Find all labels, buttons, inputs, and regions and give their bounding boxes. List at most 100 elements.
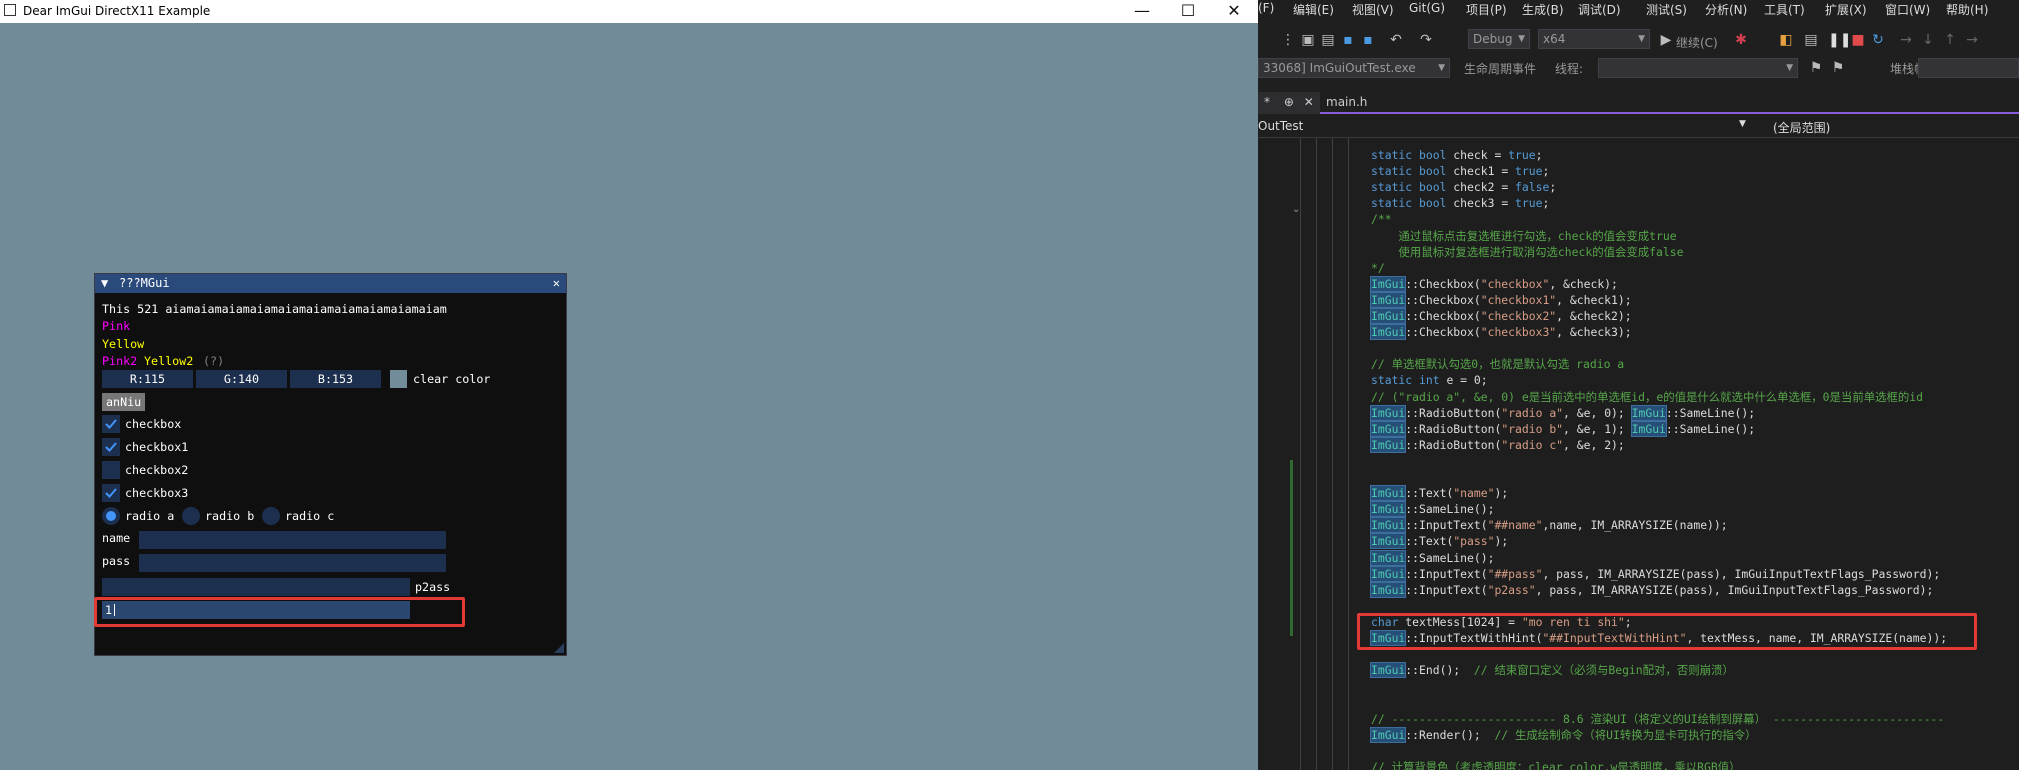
process-value: 33068] ImGuiOutTest.exe (1263, 61, 1416, 75)
code-line: ImGui::InputText("p2ass", pass, IM_ARRAY… (1369, 581, 1934, 598)
continue-icon[interactable]: ▶ (1658, 32, 1674, 48)
code-editor[interactable]: ⌄ static bool check = true; static bool c… (1258, 138, 2019, 770)
radio-a-button[interactable] (102, 507, 120, 525)
resize-grip[interactable] (554, 643, 564, 653)
layout-icon[interactable]: ▤ (1803, 32, 1819, 48)
menu-debug[interactable]: 调试(D) (1578, 1, 1621, 18)
menu-file[interactable]: (F) (1258, 1, 1274, 15)
color-g-field[interactable]: G:140 (196, 370, 287, 388)
menu-window[interactable]: 窗口(W) (1885, 1, 1930, 18)
menu-extensions[interactable]: 扩展(X) (1825, 1, 1867, 18)
open-file-icon[interactable]: ▤ (1320, 32, 1336, 48)
step-next-icon[interactable]: → (1898, 32, 1914, 48)
code-line: ImGui::Checkbox("checkbox2", &check2); (1369, 308, 1632, 324)
code-line: 使用鼠标对复选框进行取消勾选check的值会变成false (1371, 244, 1684, 259)
menu-build[interactable]: 生成(B) (1522, 1, 1564, 18)
code-line: static bool check2 = false; (1371, 180, 1557, 195)
menu-git[interactable]: Git(G) (1409, 1, 1445, 15)
undo-icon[interactable]: ↶ (1388, 32, 1404, 48)
code-line: ImGui::End(); // 结束窗口定义（必须与Begin配对，否则崩溃） (1369, 662, 1734, 679)
code-line: ImGui::RadioButton("radio b", &e, 1); Im… (1369, 420, 1756, 437)
checkbox2-box[interactable] (102, 461, 120, 479)
annu-button[interactable]: anNiu (102, 393, 146, 411)
radio-b-button[interactable] (182, 507, 200, 525)
new-project-icon[interactable]: ▣ (1300, 32, 1316, 48)
checkbox1-label[interactable]: checkbox1 (125, 439, 188, 455)
radio-b-label[interactable]: radio b (205, 508, 254, 524)
thread-dropdown[interactable]: ▼ (1598, 58, 1798, 78)
editor-tabs: * ⊕ ✕ main.h (1258, 92, 2019, 114)
chevron-down-icon: ▼ (1638, 34, 1645, 44)
pin-icon[interactable]: ⊕ (1284, 95, 1294, 109)
help-marker[interactable]: (?) (203, 353, 224, 369)
debug-target-icon[interactable]: ✱ (1733, 32, 1749, 48)
radio-c-label[interactable]: radio c (285, 508, 334, 524)
flag-icon[interactable]: ⚑ (1808, 60, 1824, 76)
change-marker (1290, 460, 1293, 636)
color-b-field[interactable]: B:153 (290, 370, 381, 388)
imgui-titlebar[interactable]: ▼ ???MGui ✕ (95, 274, 566, 293)
menu-edit[interactable]: 编辑(E) (1293, 1, 1334, 18)
nav-project[interactable]: OutTest (1258, 119, 1303, 133)
indent-guide (1300, 138, 1301, 770)
clear-color-label: clear color (413, 372, 491, 386)
platform-dropdown[interactable]: x64 ▼ (1538, 29, 1650, 49)
code-line: ImGui::Render(); // 生成绘制命令（将UI转换为显卡可执行的指… (1369, 726, 1757, 743)
maximize-button[interactable]: ☐ (1166, 0, 1210, 23)
nav-scope[interactable]: (全局范围) (1773, 119, 1830, 136)
chevron-down-icon[interactable]: ▼ (1739, 119, 1746, 129)
menu-view[interactable]: 视图(V) (1352, 1, 1394, 18)
checkbox-label[interactable]: checkbox (125, 416, 181, 432)
menu-project[interactable]: 项目(P) (1466, 1, 1507, 18)
step-out-icon[interactable]: → (1964, 32, 1980, 48)
menu-tools[interactable]: 工具(T) (1764, 1, 1805, 18)
debug-location-bar: 33068] ImGuiOutTest.exe ▼ 生命周期事件 线程: ▼ ⚑ … (1258, 56, 2019, 78)
code-line: ImGui::InputText("##pass", pass, IM_ARRA… (1369, 565, 1941, 582)
checkbox3-box[interactable] (102, 484, 120, 502)
checkbox3-label[interactable]: checkbox3 (125, 485, 188, 501)
visual-studio-window: (F) 编辑(E) 视图(V) Git(G) 项目(P) 生成(B) 调试(D)… (1258, 0, 2019, 770)
bookmark-icon[interactable]: ◧ (1778, 32, 1794, 48)
save-all-icon[interactable]: ▪ (1360, 32, 1376, 48)
lifecycle-events[interactable]: 生命周期事件 (1464, 60, 1536, 77)
checkbox1-box[interactable] (102, 438, 120, 456)
menu-help[interactable]: 帮助(H) (1946, 1, 1988, 18)
chevron-down-icon: ▼ (1438, 63, 1445, 73)
imgui-close-icon[interactable]: ✕ (553, 274, 560, 293)
checkbox2-label[interactable]: checkbox2 (125, 462, 188, 478)
save-icon[interactable]: ▪ (1340, 32, 1356, 48)
step-into-icon[interactable]: ↓ (1920, 32, 1936, 48)
minimize-button[interactable]: — (1120, 0, 1164, 23)
filter-icon[interactable]: ⚑ (1830, 60, 1846, 76)
pass-input[interactable] (139, 554, 446, 572)
redo-icon[interactable]: ↷ (1418, 32, 1434, 48)
tab-active-file[interactable]: * ⊕ ✕ (1258, 92, 1320, 114)
code-line: ImGui::InputText("##name",name, IM_ARRAY… (1369, 517, 1728, 534)
code-line: // ("radio a", &e, 0) e是当前选中的单选框id，e的值是什… (1371, 389, 1923, 404)
yellow2-text: Yellow2 (144, 354, 194, 368)
code-line: static bool check3 = true; (1371, 196, 1550, 211)
tab-main-h[interactable]: main.h (1320, 92, 1373, 114)
color-swatch[interactable] (390, 370, 407, 388)
stackframe-dropdown[interactable] (1918, 58, 2019, 78)
fold-chevron-icon[interactable]: ⌄ (1292, 204, 1300, 215)
close-button[interactable]: ✕ (1212, 0, 1256, 23)
checkbox-box[interactable] (102, 415, 120, 433)
collapse-icon[interactable]: ▼ (101, 274, 108, 293)
radio-c-button[interactable] (262, 507, 280, 525)
pause-icon[interactable]: ❚❚ (1828, 32, 1851, 48)
color-r-field[interactable]: R:115 (102, 370, 193, 388)
name-input[interactable] (139, 531, 446, 549)
tab-close-icon[interactable]: ✕ (1304, 95, 1314, 109)
p2ass-input[interactable] (102, 578, 410, 596)
stop-icon[interactable]: ■ (1850, 32, 1866, 48)
radio-a-label[interactable]: radio a (125, 508, 174, 524)
menu-analyze[interactable]: 分析(N) (1705, 1, 1747, 18)
process-dropdown[interactable]: 33068] ImGuiOutTest.exe ▼ (1258, 58, 1450, 78)
config-dropdown[interactable]: Debug ▼ (1468, 29, 1530, 49)
restart-icon[interactable]: ↻ (1870, 32, 1886, 48)
step-over-icon[interactable]: ↑ (1942, 32, 1958, 48)
code-line: */ (1371, 260, 1385, 275)
continue-label[interactable]: 继续(C) (1676, 34, 1718, 51)
menu-test[interactable]: 测试(S) (1646, 1, 1687, 18)
